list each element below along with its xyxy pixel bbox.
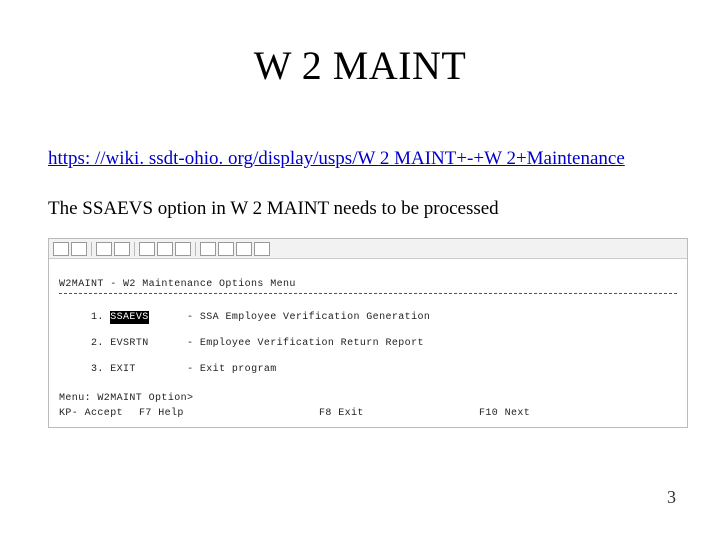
option-desc: - SSA Employee Verification Generation [187,312,430,323]
option-code: EXIT [110,364,136,375]
toolbar-separator [134,242,135,256]
toolbar-button[interactable] [175,242,191,256]
terminal-toolbar [49,239,687,259]
slide-container: W 2 MAINT https: //wiki. ssdt-ohio. org/… [0,0,720,540]
toolbar-button[interactable] [139,242,155,256]
toolbar-button[interactable] [254,242,270,256]
toolbar-button[interactable] [236,242,252,256]
toolbar-button[interactable] [53,242,69,256]
option-num: 1. [91,312,104,323]
option-desc: - Exit program [187,364,277,375]
terminal-window: W2MAINT - W2 Maintenance Options Menu 1.… [48,238,688,428]
toolbar-button[interactable] [114,242,130,256]
option-num: 3. [91,364,104,375]
option-num: 2. [91,338,104,349]
option-code-highlight: SSAEVS [110,311,148,324]
terminal-body: W2MAINT - W2 Maintenance Options Menu 1.… [49,259,687,402]
toolbar-button[interactable] [71,242,87,256]
fkey-help: F7 Help [139,408,319,419]
toolbar-button[interactable] [96,242,112,256]
option-code: EVSRTN [110,338,148,349]
terminal-header-line: W2MAINT - W2 Maintenance Options Menu [59,279,296,290]
option-desc: - Employee Verification Return Report [187,338,424,349]
fkey-bar: KP- Accept F7 Help F8 Exit F10 Next [59,408,677,419]
fkey-next: F10 Next [479,408,619,419]
wiki-link[interactable]: https: //wiki. ssdt-ohio. org/display/us… [48,148,625,170]
fkey-exit: F8 Exit [319,408,479,419]
terminal-footer: Menu: W2MAINT Option> KP- Accept F7 Help… [59,393,677,419]
toolbar-separator [195,242,196,256]
slide-title: W 2 MAINT [0,42,720,89]
toolbar-button[interactable] [157,242,173,256]
menu-prompt: Menu: W2MAINT Option> [59,393,677,404]
menu-option-row: 2. EVSRTN - Employee Verification Return… [59,337,677,350]
toolbar-button[interactable] [200,242,216,256]
toolbar-separator [91,242,92,256]
menu-option-row: 3. EXIT - Exit program [59,363,677,376]
menu-option-row: 1. SSAEVS - SSA Employee Verification Ge… [59,311,677,324]
terminal-divider [59,293,677,294]
body-paragraph: The SSAEVS option in W 2 MAINT needs to … [48,198,499,220]
toolbar-button[interactable] [218,242,234,256]
fkey-accept: KP- Accept [59,408,139,419]
page-number: 3 [667,487,676,508]
